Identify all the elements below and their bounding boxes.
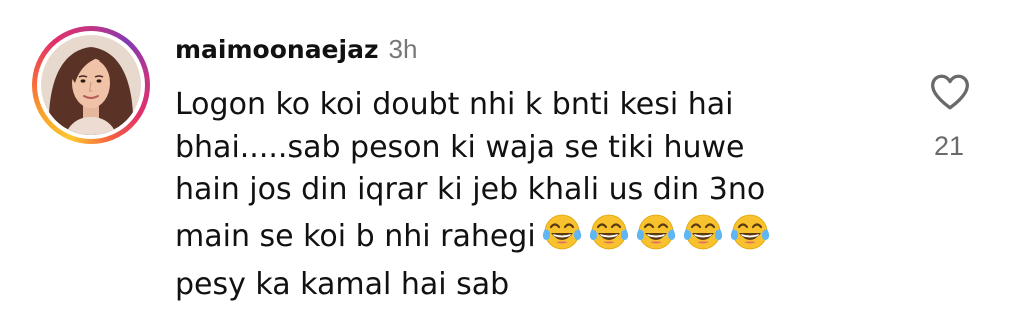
comment-line-with-emojis: main se koi b nhi rahegi xyxy=(175,212,875,265)
face-with-tears-of-joy-emoji xyxy=(636,214,675,249)
comment-line: pesy ka kamal hai sab xyxy=(175,267,510,302)
like-count[interactable]: 21 xyxy=(920,131,978,162)
username-link[interactable]: maimoonaejaz xyxy=(175,35,379,64)
comment-header: maimoonaejaz 3h xyxy=(175,34,417,70)
like-control: 21 xyxy=(920,70,980,170)
face-with-tears-of-joy-emoji xyxy=(589,214,628,249)
comment-line: main se koi b nhi rahegi xyxy=(175,218,536,254)
comment-timestamp: 3h xyxy=(388,34,418,64)
comment: maimoonaejaz 3h Logon ko koi doubt nhi k… xyxy=(0,0,1024,316)
comment-line: bhai.....sab peson ki waja se tiki huwe xyxy=(175,129,745,165)
avatar-story-ring[interactable] xyxy=(32,26,150,144)
emoji-row xyxy=(542,212,777,265)
comment-text: Logon ko koi doubt nhi k bnti kesi hai b… xyxy=(175,84,875,307)
comment-line: Logon ko koi doubt nhi k bnti kesi hai xyxy=(175,87,734,122)
comment-line: hain jos din iqrar ki jeb khali us din 3… xyxy=(175,172,766,207)
face-with-tears-of-joy-emoji xyxy=(730,214,769,249)
heart-outline-icon[interactable] xyxy=(928,70,972,114)
face-with-tears-of-joy-emoji xyxy=(683,214,722,249)
face-with-tears-of-joy-emoji xyxy=(542,214,581,249)
avatar[interactable] xyxy=(41,35,141,135)
avatar-frame xyxy=(37,31,145,139)
